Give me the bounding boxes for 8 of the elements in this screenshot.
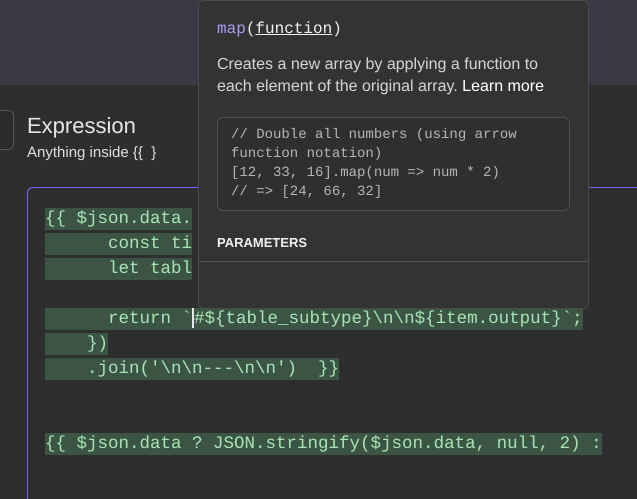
parameters-heading: PARAMETERS xyxy=(217,234,308,252)
section-hint: Anything inside {{ } xyxy=(27,143,156,163)
text-cursor xyxy=(192,308,194,328)
code-example: // Double all numbers (using arrow function notation) [12, 33, 16].map(num => num * 2) // => [24, 66, 32] xyxy=(217,117,570,211)
learn-more-link[interactable]: Learn more xyxy=(462,78,544,95)
section-title: Expression xyxy=(27,112,136,140)
description-text: Creates a new array by applying a function to each element of the original array. Learn more xyxy=(217,55,545,97)
function-signature: map(function) xyxy=(217,19,343,40)
